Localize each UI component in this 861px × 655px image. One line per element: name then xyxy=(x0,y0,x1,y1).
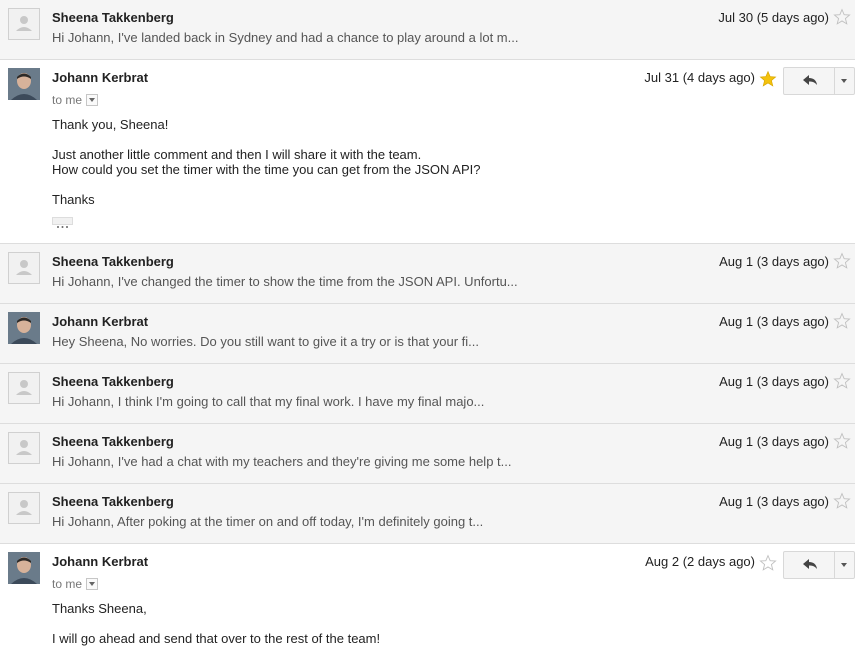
message-snippet: Hi Johann, After poking at the timer on … xyxy=(52,514,484,529)
star-icon[interactable] xyxy=(833,492,851,510)
recipient-line[interactable]: to me xyxy=(52,577,99,591)
reply-button[interactable] xyxy=(784,552,835,578)
message-snippet: Hi Johann, I've had a chat with my teach… xyxy=(52,454,512,469)
message-collapsed[interactable]: Sheena Takkenberg Aug 1 (3 days ago) Hi … xyxy=(0,484,855,544)
sender-name: Johann Kerbrat xyxy=(52,70,149,85)
message-expanded: Johann Kerbrat to me Jul 31 (4 days ago)… xyxy=(0,60,855,244)
message-body-line: Just another little comment and then I w… xyxy=(52,147,422,162)
message-snippet: Hi Johann, I've changed the timer to sho… xyxy=(52,274,518,289)
star-icon[interactable] xyxy=(833,372,851,390)
sender-name: Sheena Takkenberg xyxy=(52,374,174,389)
star-icon[interactable] xyxy=(833,312,851,330)
show-trimmed-content-button[interactable] xyxy=(52,217,73,228)
avatar xyxy=(8,552,40,584)
message-collapsed[interactable]: Sheena Takkenberg Jul 30 (5 days ago) Hi… xyxy=(0,0,855,60)
star-icon[interactable] xyxy=(833,8,851,26)
message-expanded: Johann Kerbrat to me Aug 2 (2 days ago) … xyxy=(0,544,855,655)
sender-name: Sheena Takkenberg xyxy=(52,254,174,269)
show-details-icon[interactable] xyxy=(86,577,99,590)
message-body-line: I will go ahead and send that over to th… xyxy=(52,631,381,646)
to-me-label: to me xyxy=(52,577,83,591)
message-body-line: Thank you, Sheena! xyxy=(52,117,169,132)
default-avatar-icon xyxy=(16,380,32,395)
message-date[interactable]: Aug 1 (3 days ago) xyxy=(719,434,829,449)
more-options-button[interactable] xyxy=(834,552,854,578)
default-avatar-icon xyxy=(16,260,32,275)
message-date[interactable]: Jul 31 (4 days ago) xyxy=(644,70,755,85)
profile-photo-icon xyxy=(8,68,40,100)
reply-button-group xyxy=(783,67,855,95)
avatar xyxy=(8,432,40,464)
avatar xyxy=(8,68,40,100)
star-icon[interactable] xyxy=(759,554,777,572)
message-snippet: Hi Johann, I've landed back in Sydney an… xyxy=(52,30,519,45)
message-collapsed[interactable]: Sheena Takkenberg Aug 1 (3 days ago) Hi … xyxy=(0,244,855,304)
sender-name: Johann Kerbrat xyxy=(52,554,149,569)
reply-button[interactable] xyxy=(784,68,835,94)
message-body-line: Thanks Sheena, xyxy=(52,601,147,616)
reply-icon xyxy=(803,75,817,85)
reply-icon xyxy=(803,559,817,569)
message-date[interactable]: Aug 1 (3 days ago) xyxy=(719,374,829,389)
message-snippet: Hi Johann, I think I'm going to call tha… xyxy=(52,394,485,409)
avatar xyxy=(8,492,40,524)
ellipsis-icon xyxy=(57,226,68,228)
to-me-label: to me xyxy=(52,93,83,107)
profile-photo-icon xyxy=(8,552,40,584)
recipient-line[interactable]: to me xyxy=(52,93,99,107)
message-date[interactable]: Aug 1 (3 days ago) xyxy=(719,254,829,269)
message-body-line: How could you set the timer with the tim… xyxy=(52,162,481,177)
message-body-line: Thanks xyxy=(52,192,95,207)
avatar xyxy=(8,372,40,404)
default-avatar-icon xyxy=(16,500,32,515)
avatar xyxy=(8,8,40,40)
message-snippet: Hey Sheena, No worries. Do you still wan… xyxy=(52,334,480,349)
sender-name: Johann Kerbrat xyxy=(52,314,149,329)
star-icon[interactable] xyxy=(833,252,851,270)
message-date[interactable]: Aug 2 (2 days ago) xyxy=(645,554,755,569)
message-date[interactable]: Aug 1 (3 days ago) xyxy=(719,314,829,329)
sender-name: Sheena Takkenberg xyxy=(52,10,174,25)
default-avatar-icon xyxy=(16,440,32,455)
profile-photo-icon xyxy=(8,312,40,344)
reply-button-group xyxy=(783,551,855,579)
message-date[interactable]: Jul 30 (5 days ago) xyxy=(718,10,829,25)
default-avatar-icon xyxy=(16,16,32,31)
message-collapsed[interactable]: Johann Kerbrat Aug 1 (3 days ago) Hey Sh… xyxy=(0,304,855,364)
avatar xyxy=(8,312,40,344)
more-options-button[interactable] xyxy=(834,68,854,94)
star-icon[interactable] xyxy=(833,432,851,450)
sender-name: Sheena Takkenberg xyxy=(52,434,174,449)
star-icon[interactable] xyxy=(759,70,777,88)
avatar xyxy=(8,252,40,284)
show-details-icon[interactable] xyxy=(86,93,99,106)
message-date[interactable]: Aug 1 (3 days ago) xyxy=(719,494,829,509)
message-collapsed[interactable]: Sheena Takkenberg Aug 1 (3 days ago) Hi … xyxy=(0,364,855,424)
sender-name: Sheena Takkenberg xyxy=(52,494,174,509)
message-collapsed[interactable]: Sheena Takkenberg Aug 1 (3 days ago) Hi … xyxy=(0,424,855,484)
